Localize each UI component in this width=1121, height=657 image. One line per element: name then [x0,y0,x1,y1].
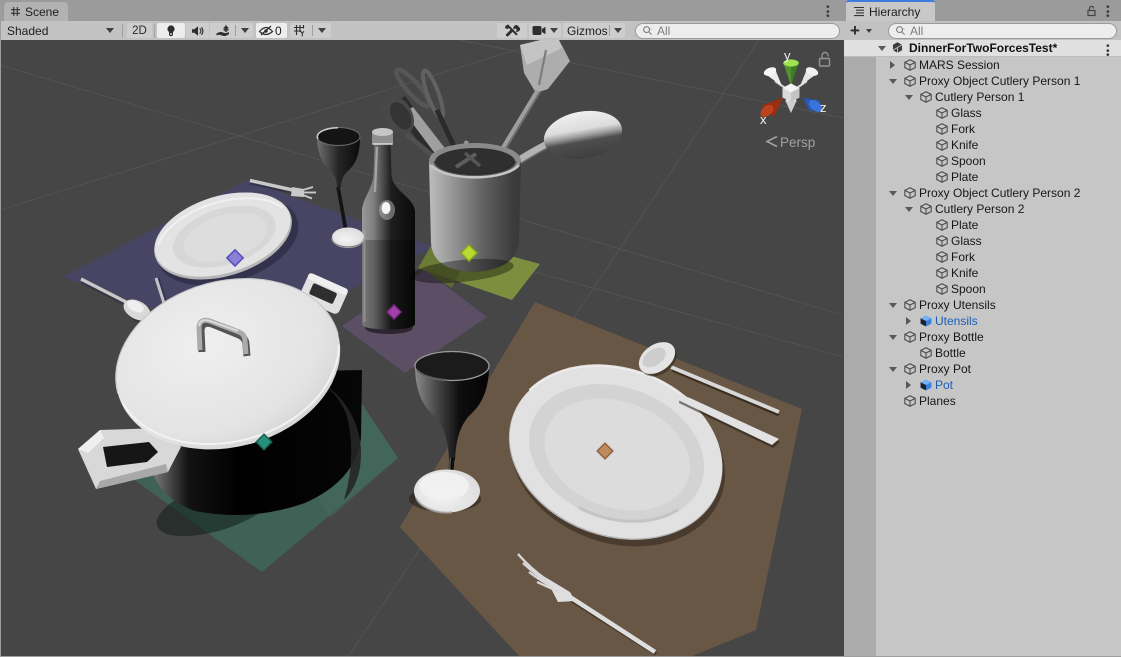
svg-text:z: z [820,100,827,115]
svg-text:x: x [760,112,767,127]
svg-text:y: y [784,48,791,63]
svg-text:Persp: Persp [780,135,815,150]
